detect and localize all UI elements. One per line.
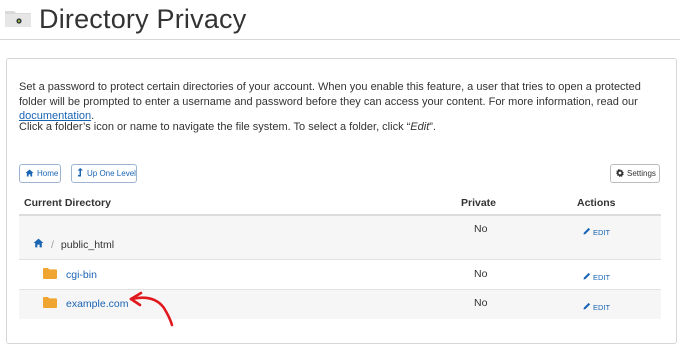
settings-label: Settings	[627, 169, 656, 178]
home-icon	[25, 168, 34, 179]
folder-link[interactable]: cgi-bin	[66, 269, 97, 281]
up-one-level-button[interactable]: Up One Level	[71, 164, 137, 183]
private-status: No	[474, 268, 488, 280]
column-header-private: Private	[461, 197, 497, 209]
description-text: Set a password to protect certain direct…	[19, 80, 667, 124]
edit-link-public-html[interactable]: EDIT	[583, 227, 610, 237]
folder-link[interactable]: example.com	[66, 298, 128, 310]
instruction-end: ”.	[429, 121, 436, 133]
instruction-text: Click a folder’s icon or name to navigat…	[19, 121, 667, 133]
breadcrumb: / public_html	[33, 238, 114, 251]
directory-privacy-panel: Set a password to protect certain direct…	[6, 58, 677, 344]
pencil-icon	[583, 302, 591, 312]
instruction-emphasis: Edit	[410, 121, 430, 133]
breadcrumb-current-folder: public_html	[60, 238, 115, 251]
description-body: Set a password to protect certain direct…	[19, 81, 641, 108]
folder-entry-example-com[interactable]: example.com	[43, 297, 128, 311]
page-header: Directory Privacy	[0, 0, 680, 40]
private-status: No	[474, 297, 488, 309]
folder-eye-icon	[4, 8, 32, 28]
pencil-icon	[583, 272, 591, 282]
edit-label: EDIT	[593, 302, 611, 312]
level-up-icon	[77, 168, 84, 179]
folder-icon[interactable]	[43, 297, 57, 311]
table-row: example.com No EDIT	[19, 290, 661, 319]
column-header-current-directory: Current Directory	[24, 197, 111, 209]
up-one-level-label: Up One Level	[87, 169, 136, 178]
folder-icon[interactable]	[43, 268, 57, 282]
home-button[interactable]: Home	[19, 164, 61, 183]
home-button-label: Home	[37, 169, 59, 178]
gear-icon	[616, 168, 624, 179]
folder-entry-cgi-bin[interactable]: cgi-bin	[43, 268, 97, 282]
title-divider	[0, 39, 680, 40]
table-row: cgi-bin No EDIT	[19, 260, 661, 290]
breadcrumb-separator: /	[51, 238, 54, 251]
instruction-body: Click a folder’s icon or name to navigat…	[19, 121, 411, 133]
private-status: No	[474, 223, 488, 235]
column-header-actions: Actions	[577, 197, 616, 209]
edit-label: EDIT	[593, 227, 611, 237]
page-title: Directory Privacy	[39, 4, 247, 34]
edit-label: EDIT	[593, 272, 611, 282]
current-directory-row: / public_html No EDIT	[19, 216, 661, 260]
pencil-icon	[583, 227, 591, 237]
settings-button[interactable]: Settings	[610, 164, 660, 183]
edit-link-cgi-bin[interactable]: EDIT	[583, 272, 610, 282]
edit-link-example-com[interactable]: EDIT	[583, 302, 610, 312]
breadcrumb-home-icon[interactable]	[33, 238, 44, 251]
table-header: Current Directory Private Actions	[19, 193, 661, 216]
